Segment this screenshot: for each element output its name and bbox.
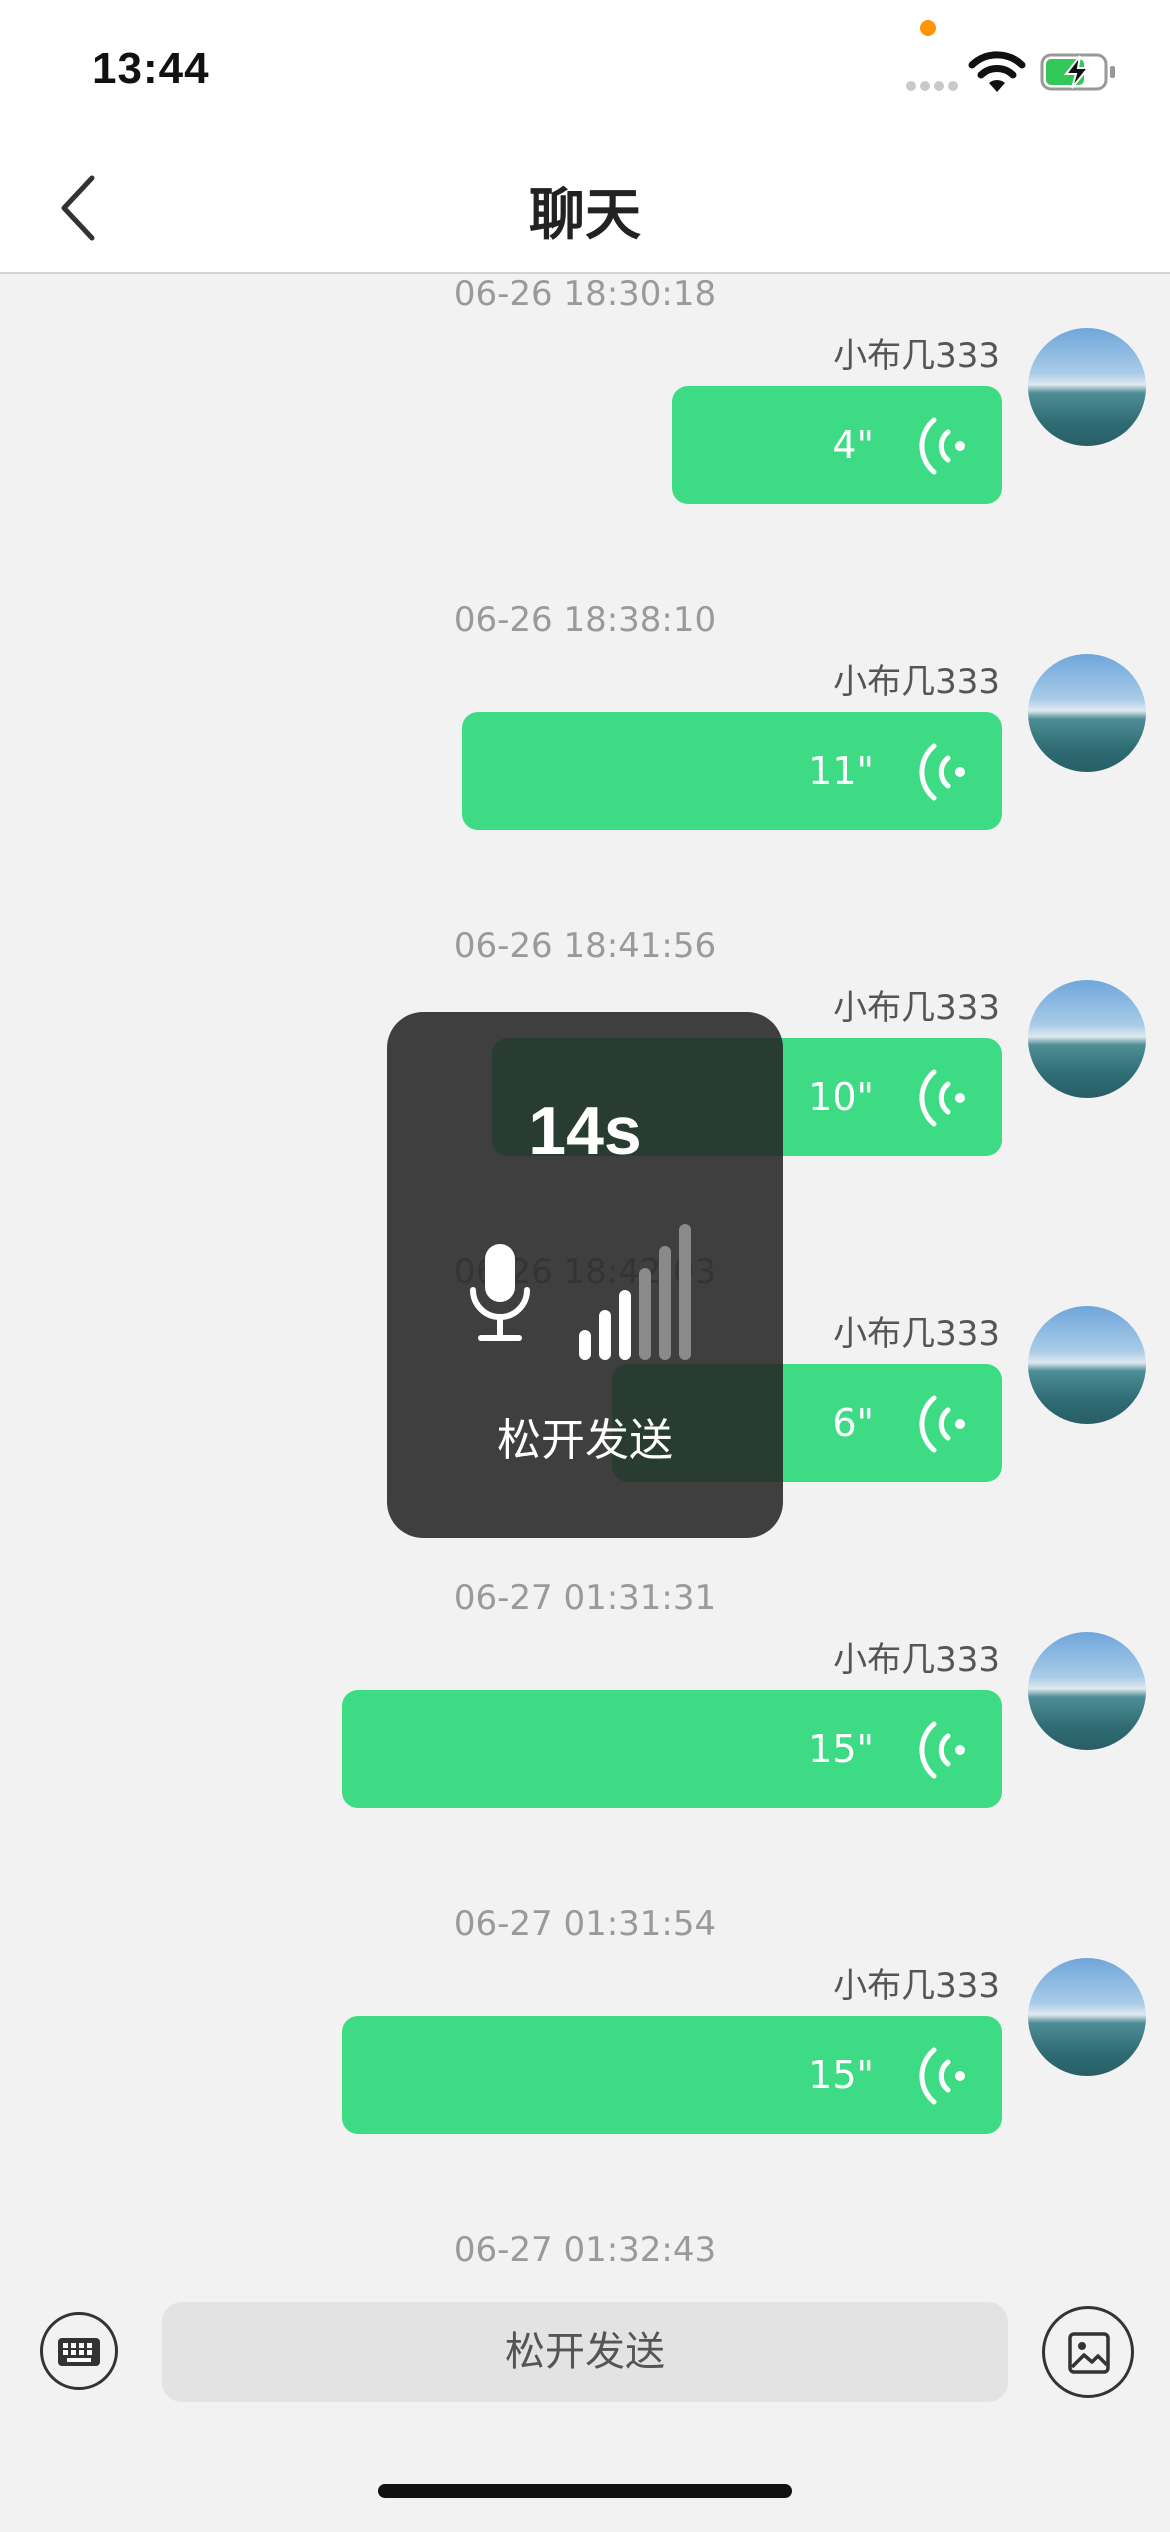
voice-wave-icon: [919, 417, 965, 475]
message-item: 06-27 01:31:54 小布几333 15": [0, 1904, 1170, 2230]
voice-wave-icon: [919, 2047, 965, 2105]
recording-overlay: 14s 松开发送: [387, 1012, 783, 1538]
voice-duration: 15": [808, 1727, 874, 1771]
voice-wave-icon: [919, 1721, 965, 1779]
image-picker-button[interactable]: [1042, 2306, 1134, 2398]
voice-wave-icon: [919, 743, 965, 801]
message-timestamp: 06-26 18:30:18: [453, 274, 717, 314]
avatar[interactable]: [1028, 328, 1146, 446]
sender-name: 小布几333: [833, 1640, 1000, 1680]
message-item: 06-27 01:31:31 小布几333 15": [0, 1578, 1170, 1904]
sender-name: 小布几333: [833, 1314, 1000, 1354]
avatar[interactable]: [1028, 1306, 1146, 1424]
wifi-icon: [968, 51, 1026, 92]
avatar[interactable]: [1028, 1958, 1146, 2076]
message-timestamp: 06-27 01:31:31: [453, 1578, 717, 1618]
voice-duration: 10": [808, 1075, 874, 1119]
message-timestamp: 06-27 01:32:43: [453, 2230, 717, 2270]
battery-charging-icon: [1040, 53, 1115, 91]
sender-name: 小布几333: [833, 988, 1000, 1028]
voice-message-bubble[interactable]: 4": [672, 386, 1002, 504]
voice-message-bubble[interactable]: 11": [462, 712, 1002, 830]
sender-name: 小布几333: [833, 662, 1000, 702]
status-bar: 13:44: [0, 0, 1170, 140]
message-timestamp: 06-26 18:38:10: [453, 600, 717, 640]
avatar[interactable]: [1028, 980, 1146, 1098]
avatar[interactable]: [1028, 654, 1146, 772]
voice-wave-icon: [919, 1395, 965, 1453]
keyboard-toggle-button[interactable]: [40, 2312, 118, 2390]
message-timestamp: 06-27 01:31:54: [453, 1904, 717, 1944]
status-time: 13:44: [92, 44, 210, 93]
sender-name: 小布几333: [833, 1966, 1000, 2006]
voice-message-bubble[interactable]: 15": [342, 1690, 1002, 1808]
voice-duration: 6": [832, 1401, 874, 1445]
cellular-signal-icon: [906, 81, 958, 91]
voice-duration: 15": [808, 2053, 874, 2097]
voice-wave-icon: [919, 1069, 965, 1127]
avatar[interactable]: [1028, 1632, 1146, 1750]
privacy-indicator-dot: [920, 20, 936, 36]
voice-message-bubble[interactable]: 15": [342, 2016, 1002, 2134]
volume-level-icon: [579, 1224, 691, 1360]
home-indicator[interactable]: [378, 2484, 792, 2498]
microphone-icon: [470, 1244, 530, 1341]
image-icon: [1068, 2332, 1110, 2374]
sender-name: 小布几333: [833, 336, 1000, 376]
page-title: 聊天: [529, 183, 641, 248]
voice-duration: 11": [808, 749, 874, 793]
voice-duration: 4": [832, 423, 874, 467]
keyboard-icon: [58, 2338, 100, 2366]
message-item: 06-26 18:38:10 小布几333 11": [0, 600, 1170, 926]
navigation-bar: 聊天: [0, 140, 1170, 274]
message-timestamp: 06-26 18:41:56: [453, 926, 717, 966]
message-item: 06-26 18:30:18 小布几333 4": [0, 274, 1170, 600]
hold-to-talk-button[interactable]: 松开发送: [162, 2302, 1008, 2402]
recording-timer: 14s: [528, 1093, 642, 1169]
recording-hint: 松开发送: [497, 1415, 673, 1466]
